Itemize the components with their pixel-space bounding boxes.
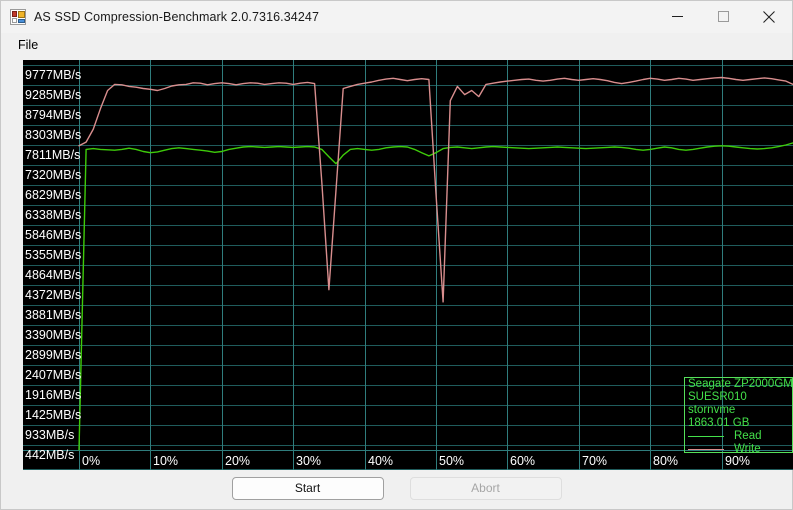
legend-device-capacity: 1863.01 GB — [688, 417, 750, 429]
app-window: AS SSD Compression-Benchmark 2.0.7316.34… — [0, 0, 793, 510]
maximize-button[interactable] — [700, 1, 746, 32]
y-axis-tick: 1916MB/s — [25, 388, 82, 402]
chart-legend: Seagate ZP2000GM SUESR010 stornvme 1863.… — [684, 377, 793, 453]
y-axis-tick: 5846MB/s — [25, 228, 82, 242]
x-axis-tick: 60% — [510, 454, 536, 468]
chart-series — [78, 76, 793, 451]
title-bar: AS SSD Compression-Benchmark 2.0.7316.34… — [1, 1, 792, 33]
y-axis-tick: 8794MB/s — [25, 108, 82, 122]
x-axis-tick: 50% — [439, 454, 465, 468]
legend-device-driver: stornvme — [688, 404, 736, 416]
menu-item-file[interactable]: File — [12, 36, 44, 54]
y-axis-tick: 2407MB/s — [25, 368, 82, 382]
start-button[interactable]: Start — [231, 476, 384, 500]
y-axis-tick: 9777MB/s — [25, 68, 82, 82]
y-axis-tick: 7811MB/s — [25, 148, 81, 162]
app-icon — [10, 8, 26, 25]
legend-label-write: Write — [734, 443, 761, 453]
close-icon — [763, 10, 775, 23]
y-axis-tick: 3390MB/s — [25, 328, 82, 342]
y-axis-tick: 2899MB/s — [25, 348, 82, 362]
y-axis-tick: 3881MB/s — [25, 308, 82, 322]
x-axis-tick: 80% — [653, 454, 679, 468]
legend-device-firmware: SUESR010 — [688, 391, 747, 403]
window-title: AS SSD Compression-Benchmark 2.0.7316.34… — [34, 9, 320, 24]
y-axis-tick: 442MB/s — [25, 448, 75, 462]
close-button[interactable] — [746, 1, 792, 32]
y-axis-tick: 933MB/s — [25, 428, 75, 442]
x-axis-tick: 70% — [582, 454, 608, 468]
x-axis-tick: 30% — [296, 454, 322, 468]
button-bar: Start Abort — [1, 470, 792, 509]
y-axis-tick: 5355MB/s — [25, 248, 82, 262]
maximize-icon — [717, 11, 729, 22]
y-axis-tick: 6338MB/s — [25, 208, 82, 222]
legend-swatch-read — [688, 436, 724, 437]
minimize-icon — [671, 16, 683, 17]
legend-device-model: Seagate ZP2000GM — [688, 378, 793, 390]
legend-row-write: Write — [685, 443, 792, 453]
menu-bar: File — [1, 33, 792, 57]
y-axis-tick: 7320MB/s — [25, 168, 82, 182]
minimize-button[interactable] — [654, 1, 700, 32]
x-axis-tick: 20% — [225, 454, 251, 468]
y-axis-tick: 8303MB/s — [25, 128, 82, 142]
x-axis-tick: 0% — [82, 454, 101, 468]
x-axis-tick: 10% — [153, 454, 179, 468]
x-axis-tick: 40% — [368, 454, 394, 468]
y-axis-tick: 9285MB/s — [25, 88, 82, 102]
y-axis-tick: 4864MB/s — [25, 268, 82, 282]
x-axis-tick: 90% — [725, 454, 751, 468]
legend-row-read: Read — [685, 430, 792, 443]
benchmark-chart: 9777MB/s 9285MB/s 8794MB/s 8303MB/s 7811MB/s… — [23, 60, 793, 470]
legend-label-read: Read — [734, 430, 762, 442]
y-axis-tick: 4372MB/s — [25, 288, 82, 302]
abort-button: Abort — [409, 476, 562, 500]
y-axis-tick: 6829MB/s — [25, 188, 82, 202]
legend-swatch-write — [688, 449, 724, 450]
y-axis-tick: 1425MB/s — [25, 408, 82, 422]
